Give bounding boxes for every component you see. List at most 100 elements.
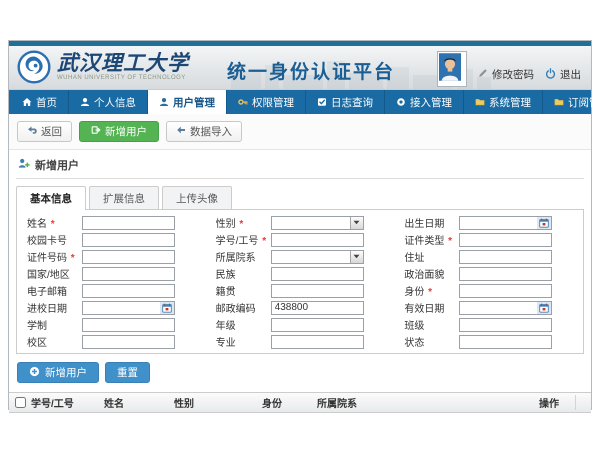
field-label: 证件号码 * <box>27 249 82 264</box>
field-control <box>271 301 364 315</box>
university-logo-icon <box>17 50 51 84</box>
field-address: 住址 <box>394 248 583 265</box>
calendar-icon[interactable] <box>160 302 174 314</box>
field-label: 专业 <box>216 334 271 349</box>
grade-input[interactable] <box>271 318 364 332</box>
id-number-input[interactable] <box>82 250 175 264</box>
field-schooling-length: 学制 <box>17 316 206 333</box>
nav-tab-0[interactable]: 首页 <box>9 90 69 114</box>
field-control <box>82 335 175 349</box>
data-import-label: 数据导入 <box>190 124 232 139</box>
reset-button[interactable]: 重置 <box>105 362 150 383</box>
status-input[interactable] <box>459 335 552 349</box>
app-window: 武汉理工大学 WUHAN UNIVERSITY OF TECHNOLOGY 统一… <box>8 40 592 410</box>
nav-tab-2[interactable]: 用户管理 <box>148 90 227 114</box>
chevron-down-icon[interactable] <box>350 217 363 229</box>
field-label: 身份 * <box>404 283 459 298</box>
back-button[interactable]: 返回 <box>17 121 72 142</box>
user-avatar[interactable] <box>437 51 467 87</box>
field-native-place: 籍贯 <box>206 282 395 299</box>
field-control <box>459 301 552 315</box>
form-actions: 新增用户 重置 <box>17 362 591 383</box>
field-id-type: 证件类型 * <box>394 231 583 248</box>
field-label: 政治面貌 <box>404 266 459 281</box>
folder-icon <box>475 97 485 107</box>
toolbar: 返回 新增用户 数据导入 <box>9 114 591 150</box>
content: 新增用户 基本信息扩展信息上传头像 姓名 *性别 *出生日期校园卡号学号/工号 … <box>9 155 591 414</box>
field-label: 班级 <box>404 317 459 332</box>
field-valid-date: 有效日期 <box>394 299 583 316</box>
id-type-input[interactable] <box>459 233 552 247</box>
add-user-toolbar-button[interactable]: 新增用户 <box>79 121 159 142</box>
field-postal-code: 邮政编码 <box>206 299 395 316</box>
chevron-down-icon[interactable] <box>350 251 363 263</box>
folder-icon <box>554 97 564 107</box>
nav-tab-4[interactable]: 日志查询 <box>306 90 385 114</box>
form-tabs: 基本信息扩展信息上传头像 <box>16 186 584 209</box>
field-control <box>271 233 364 247</box>
data-import-button[interactable]: 数据导入 <box>166 121 242 142</box>
major-input[interactable] <box>271 335 364 349</box>
field-control <box>82 318 175 332</box>
col-header-0: 学号/工号 <box>31 395 104 410</box>
form-tab-1[interactable]: 扩展信息 <box>89 186 159 209</box>
calendar-icon[interactable] <box>537 302 551 314</box>
field-control <box>459 216 552 230</box>
col-header-1: 姓名 <box>104 395 174 410</box>
change-password-link[interactable]: 修改密码 <box>478 67 534 82</box>
address-input[interactable] <box>459 250 552 264</box>
key-icon <box>238 97 248 107</box>
select-all-checkbox[interactable] <box>15 397 26 408</box>
header-right: 修改密码 退出 <box>437 46 581 89</box>
field-control <box>271 318 364 332</box>
form-tab-2[interactable]: 上传头像 <box>162 186 232 209</box>
nav-tab-label: 用户管理 <box>173 95 215 110</box>
class-input[interactable] <box>459 318 552 332</box>
required-asterisk: * <box>68 253 75 264</box>
field-label: 所属院系 <box>216 249 271 264</box>
nav-tab-3[interactable]: 权限管理 <box>227 90 306 114</box>
nav-tab-label: 权限管理 <box>252 95 294 110</box>
submit-add-user-button[interactable]: 新增用户 <box>17 362 99 383</box>
reset-label: 重置 <box>117 365 138 380</box>
postal-code-input[interactable] <box>271 301 364 315</box>
section-title: 新增用户 <box>35 157 79 173</box>
field-label: 姓名 * <box>27 215 82 230</box>
pencil-icon <box>478 68 488 81</box>
field-campus-card: 校园卡号 <box>17 231 206 248</box>
field-student-id: 学号/工号 * <box>206 231 395 248</box>
form-tab-0[interactable]: 基本信息 <box>16 186 86 210</box>
field-department: 所属院系 <box>206 248 395 265</box>
political-status-input[interactable] <box>459 267 552 281</box>
identity-input[interactable] <box>459 284 552 298</box>
nav-tab-5[interactable]: 接入管理 <box>385 90 464 114</box>
plus-circle-icon <box>29 366 40 380</box>
native-place-input[interactable] <box>271 284 364 298</box>
calendar-icon[interactable] <box>537 217 551 229</box>
schooling-length-input[interactable] <box>82 318 175 332</box>
logout-link[interactable]: 退出 <box>545 67 581 82</box>
name-input[interactable] <box>82 216 175 230</box>
field-label: 状态 <box>404 334 459 349</box>
import-arrow-icon <box>176 125 186 138</box>
field-label: 籍贯 <box>216 283 271 298</box>
field-label: 校园卡号 <box>27 232 82 247</box>
nav-tab-label: 个人信息 <box>94 95 136 110</box>
field-control <box>271 216 364 230</box>
student-id-input[interactable] <box>271 233 364 247</box>
field-label: 证件类型 * <box>404 232 459 247</box>
field-control <box>82 250 175 264</box>
header: 武汉理工大学 WUHAN UNIVERSITY OF TECHNOLOGY 统一… <box>9 46 591 90</box>
nav-tab-6[interactable]: 系统管理 <box>464 90 543 114</box>
field-control <box>82 216 175 230</box>
country-region-input[interactable] <box>82 267 175 281</box>
required-asterisk: * <box>425 287 432 298</box>
ethnicity-input[interactable] <box>271 267 364 281</box>
campus-input[interactable] <box>82 335 175 349</box>
nav-tab-1[interactable]: 个人信息 <box>69 90 148 114</box>
email-input[interactable] <box>82 284 175 298</box>
campus-card-input[interactable] <box>82 233 175 247</box>
university-name-en: WUHAN UNIVERSITY OF TECHNOLOGY <box>57 75 189 81</box>
nav-tab-7[interactable]: 订阅管理 <box>543 90 600 114</box>
field-label: 住址 <box>404 249 459 264</box>
